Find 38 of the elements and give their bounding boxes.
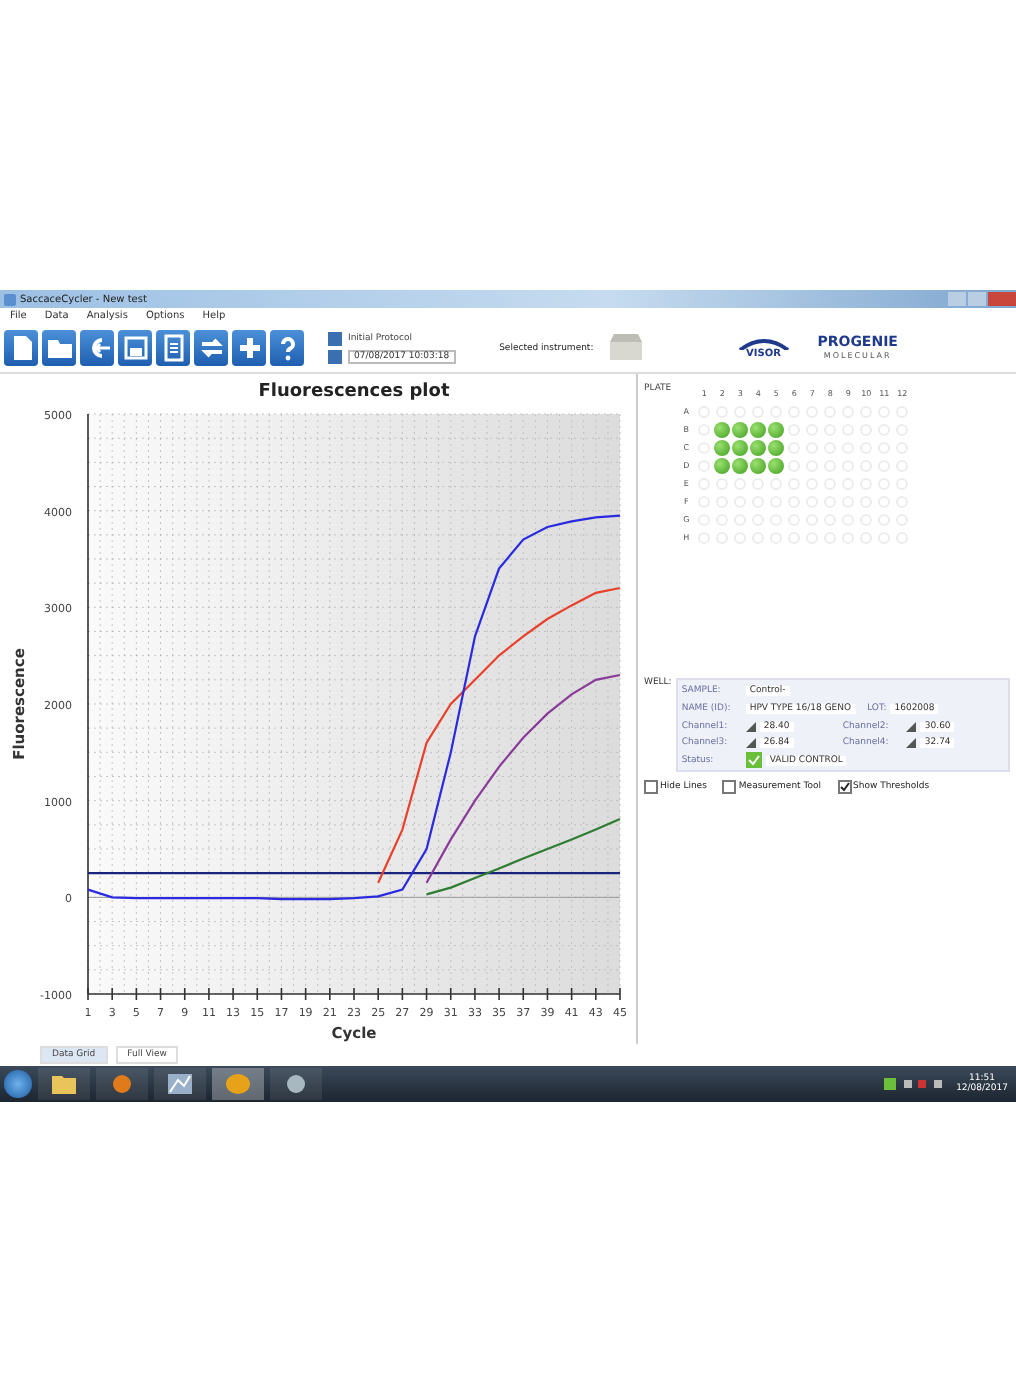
toolbar-button[interactable] <box>4 330 38 366</box>
toolbar-button[interactable] <box>42 330 76 366</box>
toolbar-button[interactable] <box>80 330 114 366</box>
folder-taskbar-icon[interactable] <box>38 1068 90 1100</box>
disc-taskbar-icon[interactable] <box>270 1068 322 1100</box>
chart-taskbar-icon[interactable] <box>154 1068 206 1100</box>
instrument-icon <box>605 332 646 364</box>
help-button[interactable] <box>270 330 304 366</box>
well[interactable] <box>732 421 749 437</box>
empty-well[interactable] <box>770 477 783 489</box>
toolbar-button[interactable] <box>194 330 228 366</box>
app-icon <box>4 293 16 305</box>
toolbar-button[interactable] <box>118 330 152 366</box>
well[interactable] <box>768 439 785 455</box>
well[interactable] <box>768 421 785 437</box>
media-taskbar-icon[interactable] <box>96 1068 148 1100</box>
check-icon <box>839 782 849 792</box>
well[interactable] <box>750 421 767 437</box>
well[interactable] <box>750 457 767 473</box>
close-button[interactable] <box>988 292 1016 306</box>
empty-well[interactable] <box>752 477 765 489</box>
well[interactable] <box>714 421 731 437</box>
empty-well[interactable] <box>716 477 729 489</box>
well[interactable] <box>714 457 731 473</box>
empty-well[interactable] <box>734 477 747 489</box>
well[interactable] <box>750 439 767 455</box>
minimize-button[interactable] <box>948 292 966 306</box>
tray-icons <box>884 1078 945 1090</box>
toolbar-button[interactable] <box>232 330 266 366</box>
well[interactable] <box>732 439 749 455</box>
well[interactable] <box>768 457 785 473</box>
well[interactable] <box>732 457 749 473</box>
well[interactable] <box>714 439 731 455</box>
toolbar-button[interactable] <box>156 330 190 366</box>
save-icon <box>119 332 151 364</box>
start-button[interactable] <box>4 1070 32 1098</box>
maximize-button[interactable] <box>968 292 986 306</box>
chart-title: Fluorescences plot <box>258 382 450 402</box>
